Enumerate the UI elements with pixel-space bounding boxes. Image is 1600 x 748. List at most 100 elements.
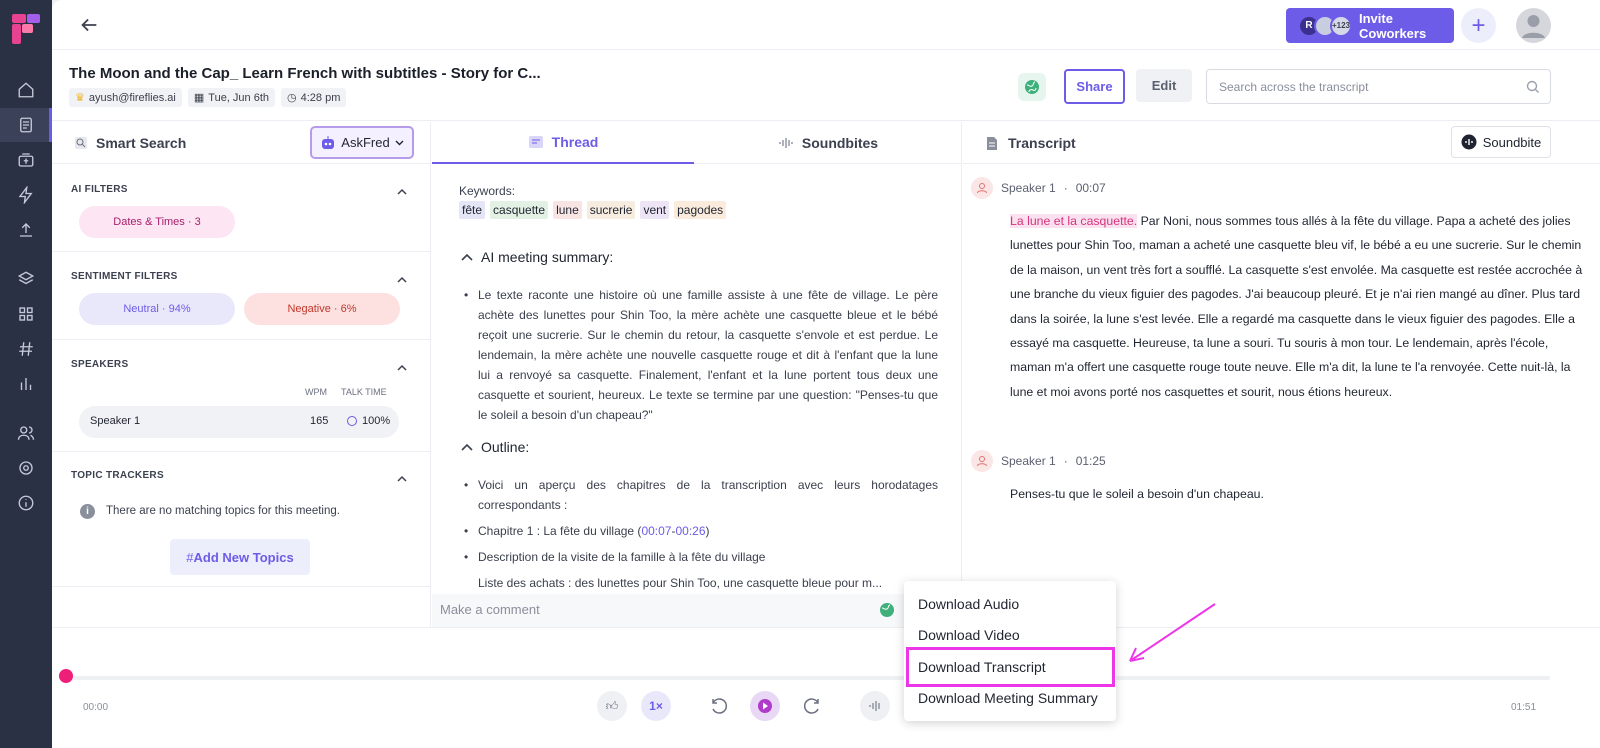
outline-item: Liste des achats : des lunettes pour Shi… (478, 573, 938, 593)
settings-icon[interactable] (0, 451, 52, 485)
keyword-tag[interactable]: vent (640, 201, 670, 219)
thumbs-up-button[interactable]: 👍︎ (597, 691, 627, 721)
rewind-5-button[interactable] (703, 691, 733, 721)
ai-filters-section: AI FILTERS Dates & Times · 3 (52, 165, 431, 252)
rewind-icon (712, 698, 728, 714)
download-summary-item[interactable]: Download Meeting Summary (918, 690, 1098, 706)
speaker-avatar (971, 450, 993, 472)
smart-search-panel: Smart Search AskFred AI FILTERS Dates & … (52, 122, 431, 627)
user-avatar[interactable] (1516, 8, 1551, 43)
calendar-icon: ▦ (193, 92, 205, 104)
keyword-tag[interactable]: fête (459, 201, 486, 219)
home-icon[interactable] (0, 73, 52, 107)
progress-handle[interactable] (59, 669, 73, 683)
sentiment-filters-title: SENTIMENT FILTERS (71, 271, 178, 282)
chapter-end-link[interactable]: 00:26 (675, 524, 705, 538)
chevron-up-icon[interactable] (397, 474, 407, 484)
keyword-tag[interactable]: lune (553, 201, 582, 219)
keyword-tag[interactable]: casquette (490, 201, 549, 219)
meetings-icon[interactable] (0, 108, 52, 142)
transcript-search-input[interactable]: Search across the transcript (1206, 69, 1551, 104)
no-topics-message: There are no matching topics for this me… (106, 505, 340, 517)
apps-icon[interactable] (0, 297, 52, 331)
user-icon (1522, 15, 1545, 38)
outline-item: Voici un aperçu des chapitres de la tran… (464, 475, 938, 515)
meeting-title: The Moon and the Cap_ Learn French with … (69, 65, 541, 82)
speed-button[interactable]: 1× (641, 691, 671, 721)
globe-icon[interactable] (879, 602, 895, 618)
lightning-icon[interactable] (0, 178, 52, 212)
annotation-arrow (1129, 603, 1216, 662)
askfred-label: AskFred (341, 135, 390, 150)
soundbite-button[interactable]: Soundbite (1451, 126, 1551, 158)
timestamp[interactable]: 01:25 (1076, 454, 1106, 468)
separator-dot: · (1063, 454, 1068, 468)
thumbs-up-icon: 👍︎ (605, 698, 619, 713)
negative-filter[interactable]: Negative · 6% (244, 293, 400, 325)
play-icon (758, 699, 772, 713)
chevron-up-icon[interactable] (397, 275, 407, 285)
dates-times-filter[interactable]: Dates & Times · 3 (79, 206, 235, 238)
robot-icon (322, 135, 335, 149)
ai-summary-header[interactable]: AI meeting summary: (461, 249, 613, 265)
date-chip: ▦ Tue, Jun 6th (187, 88, 276, 107)
back-arrow-icon[interactable] (78, 14, 100, 36)
tab-soundbites-label: Soundbites (801, 134, 879, 151)
wpm-column-header: WPM (305, 387, 327, 397)
outline-item: Description de la visite de la famille à… (464, 547, 938, 567)
transcript-title: Transcript (1008, 135, 1076, 151)
layers-icon[interactable] (0, 262, 52, 296)
chevron-up-icon (461, 253, 473, 261)
info-icon: i (80, 504, 95, 519)
main-area: R +123 Invite Coworkers + The Moon and t… (52, 0, 1600, 748)
team-icon[interactable] (0, 416, 52, 450)
outline-item: Chapitre 1 : La fête du village (00:07-0… (464, 521, 938, 541)
chevron-up-icon[interactable] (397, 363, 407, 373)
timestamp[interactable]: 00:07 (1076, 181, 1106, 195)
upload-icon[interactable] (0, 213, 52, 247)
soundwave-button[interactable] (860, 691, 890, 721)
play-button[interactable] (750, 691, 780, 721)
globe-icon[interactable] (1018, 73, 1046, 101)
soundbite-icon (1461, 134, 1477, 150)
forward-15-button[interactable] (798, 691, 828, 721)
info-icon[interactable] (0, 486, 52, 520)
highlighted-sentence[interactable]: La lune et la casquette. (1010, 214, 1138, 228)
user-icon (977, 456, 987, 467)
add-new-topics-button[interactable]: # Add New Topics (170, 539, 310, 575)
neutral-filter[interactable]: Neutral · 94% (79, 293, 235, 325)
comment-input[interactable]: Make a comment (432, 594, 962, 627)
speaker-label[interactable]: Speaker 1 · 01:25 (971, 450, 1106, 472)
speaker-row[interactable]: Speaker 1 165 100% (79, 406, 399, 438)
tab-soundbites[interactable]: Soundbites (694, 122, 962, 164)
invite-coworkers-button[interactable]: R +123 Invite Coworkers (1286, 8, 1454, 43)
analytics-icon[interactable] (0, 367, 52, 401)
chapter-start-link[interactable]: 00:07 (641, 524, 671, 538)
transcript-paragraph: Penses-tu que le soleil a besoin d'un ch… (1010, 487, 1264, 501)
smart-search-title: Smart Search (96, 135, 187, 151)
search-icon (1526, 80, 1539, 93)
speaker-label[interactable]: Speaker 1 · 00:07 (971, 177, 1106, 199)
share-button[interactable]: Share (1064, 69, 1125, 104)
chevron-up-icon (461, 443, 473, 451)
uploads-icon[interactable] (0, 143, 52, 177)
keyword-tag[interactable]: sucrerie (586, 201, 636, 219)
progress-track[interactable] (66, 676, 1550, 680)
download-video-item[interactable]: Download Video (918, 627, 1020, 643)
top-bar: R +123 Invite Coworkers + (52, 0, 1600, 50)
download-audio-item[interactable]: Download Audio (918, 596, 1019, 612)
edit-button[interactable]: Edit (1136, 69, 1192, 102)
hashtag-icon[interactable] (0, 332, 52, 366)
sentiment-filters-section: SENTIMENT FILTERS Neutral · 94% Negative… (52, 253, 431, 340)
add-button[interactable]: + (1461, 8, 1496, 43)
speaker-name: Speaker 1 (90, 415, 141, 427)
keyword-tags: fête casquette lune sucrerie vent pagodes (459, 201, 727, 219)
keyword-tag[interactable]: pagodes (674, 201, 727, 219)
chevron-up-icon[interactable] (397, 187, 407, 197)
askfred-dropdown[interactable]: AskFred (310, 126, 414, 159)
speaker-name: Speaker 1 (1001, 454, 1056, 468)
outline-header[interactable]: Outline: (461, 439, 529, 455)
tab-thread[interactable]: Thread (432, 122, 694, 164)
extra-count-badge: +123 (1330, 14, 1352, 37)
crown-icon: ♛ (75, 92, 85, 104)
